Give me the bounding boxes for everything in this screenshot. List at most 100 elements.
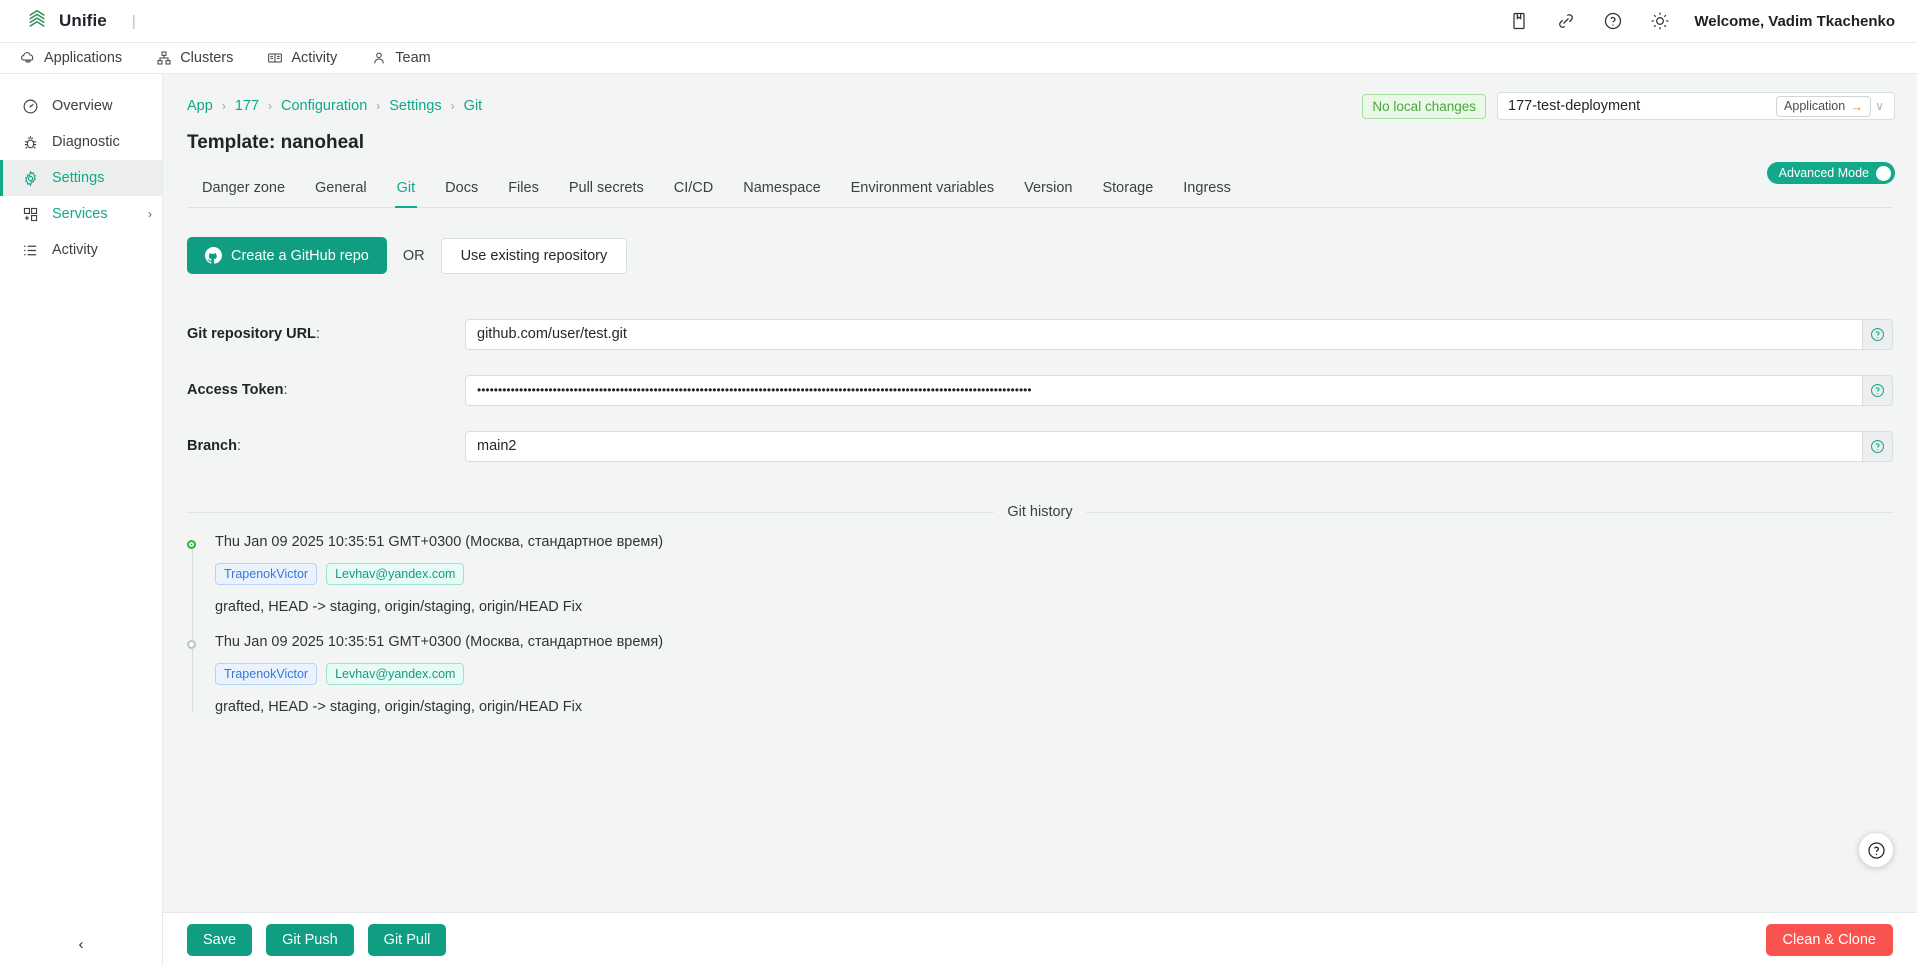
nav-item-label: Applications <box>44 50 123 66</box>
sidebar-item-overview[interactable]: Overview <box>0 88 162 124</box>
app-window: Unifie | Welcome, Vadim Tkachenko Applic… <box>0 0 1917 966</box>
tab-bar: Danger zone General Git Docs Files Pull … <box>187 174 1893 208</box>
advanced-mode-toggle[interactable]: Advanced Mode <box>1766 162 1895 184</box>
services-grid-icon <box>22 206 39 223</box>
git-url-input[interactable]: github.com/user/test.git <box>465 318 1862 350</box>
sun-icon[interactable] <box>1650 11 1670 31</box>
sidebar-item-label: Services <box>52 206 108 222</box>
git-history-divider: Git history <box>187 504 1894 520</box>
sidebar-item-settings[interactable]: Settings <box>0 160 162 196</box>
label-colon: : <box>236 438 241 454</box>
git-url-label-text: Git repository URL <box>187 326 316 342</box>
list-icon <box>22 242 39 259</box>
help-circle-icon <box>1871 439 1884 453</box>
tab-storage[interactable]: Storage <box>1087 174 1168 207</box>
help-circle-icon <box>1871 383 1884 397</box>
footer-action-bar: Save Git Push Git Pull Clean & Clone <box>163 912 1917 966</box>
branch-control: main2 <box>465 430 1893 462</box>
tab-git[interactable]: Git <box>382 174 431 208</box>
divider-line-left <box>187 511 995 513</box>
access-token-help-button[interactable] <box>1862 374 1893 406</box>
tab-version[interactable]: Version <box>1009 174 1087 207</box>
breadcrumb-row: App › 177 › Configuration › Settings › G… <box>163 74 1917 120</box>
branch-help-button[interactable] <box>1862 430 1893 462</box>
link-icon[interactable] <box>1556 11 1576 31</box>
git-url-help-button[interactable] <box>1862 318 1893 350</box>
branch-input[interactable]: main2 <box>465 430 1862 462</box>
sidebar-item-label: Diagnostic <box>52 134 120 150</box>
git-pull-button[interactable]: Git Pull <box>367 923 447 956</box>
commit-item: Thu Jan 09 2025 10:35:51 GMT+0300 (Москв… <box>187 534 1893 634</box>
chevron-right-icon: › <box>221 99 226 113</box>
repo-action-row: Create a GitHub repo OR Use existing rep… <box>163 208 1917 274</box>
github-icon <box>205 247 222 264</box>
breadcrumb-item-177[interactable]: 177 <box>235 98 259 114</box>
nav-item-team[interactable]: Team <box>371 50 431 66</box>
tab-docs[interactable]: Docs <box>430 174 493 207</box>
deployment-selector[interactable]: 177-test-deployment Application → ∨ <box>1497 92 1895 120</box>
brand-name: Unifie <box>59 11 107 30</box>
sidebar-item-activity[interactable]: Activity <box>0 232 162 268</box>
nav-item-activity[interactable]: Activity <box>267 50 337 66</box>
commit-email-badge: Levhav@yandex.com <box>326 663 465 685</box>
git-history-timeline: Thu Jan 09 2025 10:35:51 GMT+0300 (Москв… <box>187 534 1893 734</box>
toggle-knob <box>1876 165 1891 181</box>
label-colon: : <box>315 326 320 342</box>
tab-pull-secrets[interactable]: Pull secrets <box>554 174 659 207</box>
clean-and-clone-button[interactable]: Clean & Clone <box>1765 923 1893 956</box>
sidebar-item-diagnostic[interactable]: Diagnostic <box>0 124 162 160</box>
sidebar-collapse-button[interactable]: ‹ <box>0 922 162 966</box>
breadcrumb-item-git[interactable]: Git <box>464 98 483 114</box>
nav-item-label: Team <box>395 50 431 66</box>
use-existing-repository-button[interactable]: Use existing repository <box>440 237 628 274</box>
git-url-control: github.com/user/test.git <box>465 318 1893 350</box>
commit-author-badge: TrapenokVictor <box>215 663 318 685</box>
main-content: App › 177 › Configuration › Settings › G… <box>163 74 1917 966</box>
help-circle-icon[interactable] <box>1603 11 1623 31</box>
tab-ingress[interactable]: Ingress <box>1168 174 1246 207</box>
save-button[interactable]: Save <box>187 923 253 956</box>
arrow-right-icon: → <box>1850 98 1864 114</box>
tab-files[interactable]: Files <box>493 174 554 207</box>
topbar-icon-group <box>1509 11 1670 31</box>
commit-badges: TrapenokVictor Levhav@yandex.com <box>215 563 1893 585</box>
git-history-label: Git history <box>1007 504 1073 520</box>
tab-general[interactable]: General <box>300 174 382 207</box>
commit-dot-icon <box>187 640 196 649</box>
sidebar-item-label: Settings <box>52 170 105 186</box>
book-icon[interactable] <box>1509 11 1529 31</box>
welcome-user-label[interactable]: Welcome, Vadim Tkachenko <box>1694 13 1895 30</box>
commit-dot-current-icon <box>187 540 196 549</box>
breadcrumb: App › 177 › Configuration › Settings › G… <box>187 98 482 114</box>
chevron-right-icon: › <box>450 99 455 113</box>
unifie-logo-icon <box>26 8 48 35</box>
floating-help-button[interactable] <box>1859 833 1893 867</box>
tab-ci-cd[interactable]: CI/CD <box>659 174 728 207</box>
tab-namespace[interactable]: Namespace <box>728 174 835 207</box>
git-settings-form: Git repository URL: github.com/user/test… <box>163 274 1917 474</box>
nav-item-clusters[interactable]: Clusters <box>156 50 233 66</box>
help-circle-icon <box>1867 841 1885 859</box>
git-push-button[interactable]: Git Push <box>266 923 354 956</box>
form-row-access-token: Access Token: ••••••••••••••••••••••••••… <box>187 362 1893 418</box>
user-icon <box>371 50 387 66</box>
create-github-repo-button[interactable]: Create a GitHub repo <box>187 237 387 274</box>
nav-item-label: Activity <box>291 50 338 66</box>
tabs-wrapper: Danger zone General Git Docs Files Pull … <box>163 154 1917 208</box>
sidebar: Overview Diagnostic Settings Services › … <box>0 74 163 966</box>
sidebar-item-label: Overview <box>52 98 113 114</box>
breadcrumb-item-app[interactable]: App <box>187 98 213 114</box>
sidebar-item-services[interactable]: Services › <box>0 196 162 232</box>
bug-icon <box>22 134 39 151</box>
brand[interactable]: Unifie | <box>26 8 136 35</box>
access-token-input[interactable]: ••••••••••••••••••••••••••••••••••••••••… <box>465 374 1862 406</box>
or-label: OR <box>402 247 425 264</box>
tab-environment-variables[interactable]: Environment variables <box>836 174 1009 207</box>
scope-pill[interactable]: Application → <box>1776 95 1872 117</box>
tab-danger-zone[interactable]: Danger zone <box>187 174 300 207</box>
global-nav-bar: Applications Clusters Activity Team <box>0 43 1917 74</box>
breadcrumb-item-configuration[interactable]: Configuration <box>281 98 367 114</box>
top-bar: Unifie | Welcome, Vadim Tkachenko <box>0 0 1917 43</box>
nav-item-applications[interactable]: Applications <box>20 50 122 66</box>
breadcrumb-item-settings[interactable]: Settings <box>389 98 441 114</box>
